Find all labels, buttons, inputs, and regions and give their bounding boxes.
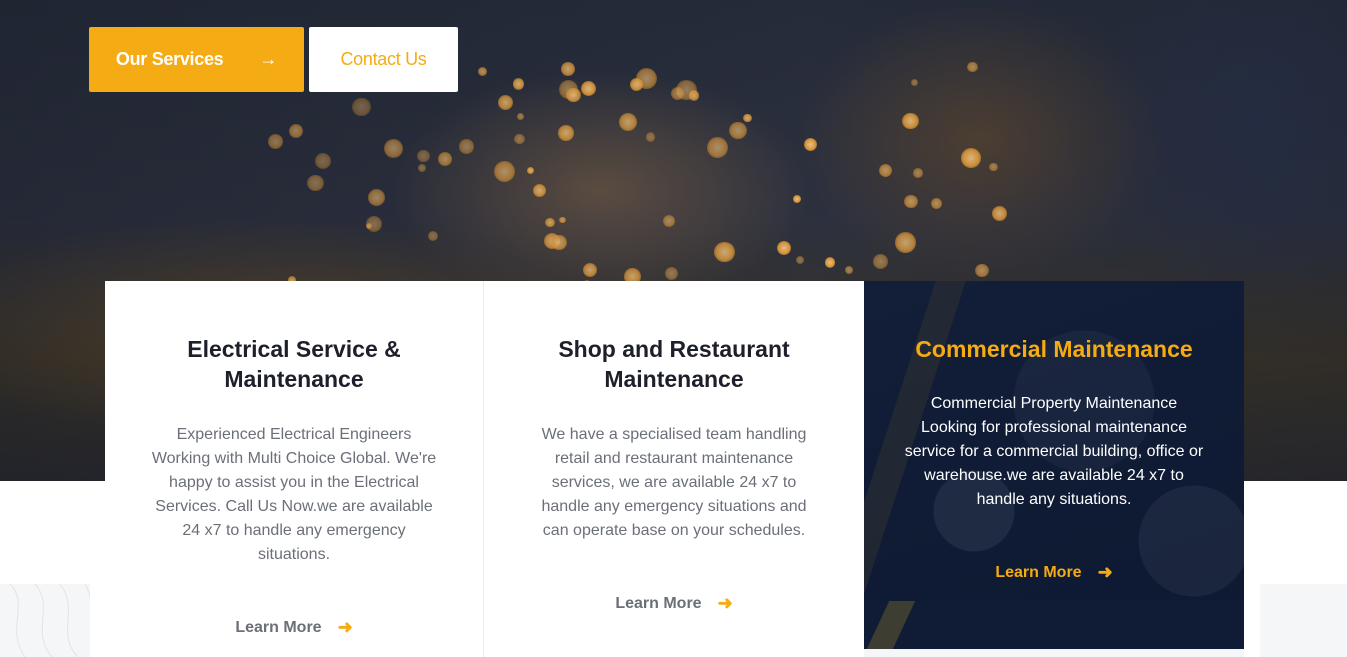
card-description: We have a specialised team handling reta… (541, 426, 807, 539)
card-title-line2: Maintenance (604, 366, 744, 392)
card-title-line1: Shop and Restaurant (558, 336, 790, 362)
learn-more-link[interactable]: Learn More ➜ (484, 593, 864, 614)
arrow-right-icon: → (259, 49, 278, 69)
card-shadow-left (90, 481, 105, 657)
arrow-right-icon: ➜ (717, 593, 733, 613)
learn-more-label: Learn More (235, 618, 322, 636)
service-card-electrical: Electrical Service & Maintenance Experie… (105, 281, 484, 657)
card-shadow-right (1244, 481, 1260, 657)
card-title-line1: Commercial Maintenance (915, 336, 1193, 362)
service-card-commercial: Commercial Maintenance Commercial Proper… (864, 281, 1244, 649)
card-title: Electrical Service & Maintenance (105, 334, 483, 394)
contact-us-label: Contact Us (340, 49, 427, 69)
learn-more-link[interactable]: Learn More ➜ (105, 617, 483, 638)
learn-more-link[interactable]: Learn More ➜ (864, 562, 1244, 583)
contact-us-button[interactable]: Contact Us (309, 27, 458, 92)
learn-more-label: Learn More (615, 594, 702, 612)
card-description: Commercial Property Maintenance Looking … (904, 395, 1204, 508)
our-services-button[interactable]: Our Services → (89, 27, 304, 92)
card-description: Experienced Electrical Engineers Working… (151, 426, 437, 563)
our-services-label: Our Services (115, 49, 224, 69)
arrow-right-icon: ➜ (1097, 562, 1113, 582)
learn-more-label: Learn More (995, 563, 1082, 581)
arrow-right-icon: ➜ (337, 617, 353, 637)
card-title: Shop and Restaurant Maintenance (484, 334, 864, 394)
card-stripe-decoration (866, 601, 916, 649)
card-bottom-strip (864, 601, 1244, 649)
card-title-line1: Electrical Service & (187, 336, 401, 362)
card-title-line2: Maintenance (224, 366, 364, 392)
card-title: Commercial Maintenance (864, 334, 1244, 364)
service-card-shop-restaurant: Shop and Restaurant Maintenance We have … (484, 281, 864, 657)
